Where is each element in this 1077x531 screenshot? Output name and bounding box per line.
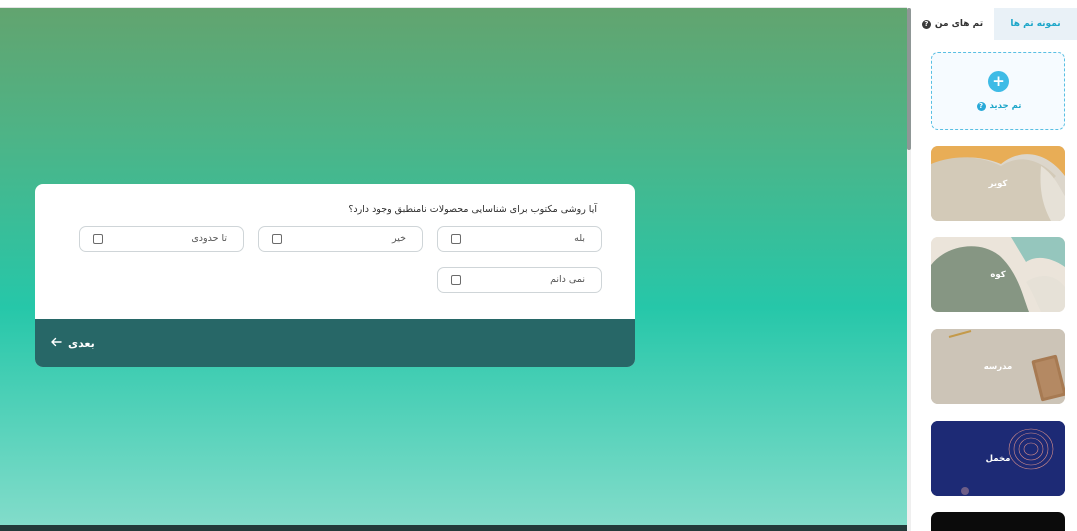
option-label: تا حدودی bbox=[191, 233, 227, 244]
theme-name: کوه bbox=[990, 269, 1006, 280]
tab-sample-themes[interactable]: نمونه تم ها bbox=[994, 8, 1077, 40]
option-no[interactable]: خیر bbox=[258, 226, 423, 252]
theme-name: مدرسه bbox=[983, 361, 1013, 372]
top-border bbox=[0, 0, 907, 8]
sidebar-tabs: تم های من ? نمونه تم ها bbox=[911, 8, 1077, 40]
new-theme-label: تم جدید bbox=[989, 101, 1022, 111]
theme-name: کویر bbox=[988, 178, 1008, 189]
theme-card-mountain[interactable]: کوه bbox=[931, 237, 1065, 312]
option-somewhat[interactable]: تا حدودی bbox=[79, 226, 244, 252]
tab-label: تم های من bbox=[934, 19, 984, 29]
option-dont-know[interactable]: نمی دانم bbox=[437, 267, 602, 293]
theme-card-desert[interactable]: کویر bbox=[931, 146, 1065, 221]
tab-label: نمونه تم ها bbox=[1010, 19, 1061, 29]
theme-card-dark[interactable] bbox=[931, 512, 1065, 531]
option-label: خیر bbox=[392, 233, 406, 244]
option-label: بله bbox=[574, 233, 585, 244]
preview-canvas: آیا روشی مکتوب برای شناسایی محصولات نامن… bbox=[0, 8, 907, 525]
checkbox[interactable] bbox=[451, 275, 461, 285]
theme-card-school[interactable]: مدرسه bbox=[931, 329, 1065, 404]
arrow-left-icon bbox=[50, 337, 62, 350]
next-button-label: بعدی bbox=[68, 336, 95, 350]
help-icon[interactable]: ? bbox=[976, 101, 986, 111]
theme-sidebar: تم های من ? نمونه تم ها + تم جدید ? کویر… bbox=[911, 8, 1077, 531]
theme-card-velvet[interactable]: مخمل bbox=[931, 421, 1065, 496]
next-button[interactable]: بعدی bbox=[50, 332, 95, 354]
theme-name: مخمل bbox=[985, 453, 1011, 464]
option-label: نمی دانم bbox=[550, 274, 585, 285]
bottom-bar bbox=[0, 525, 907, 531]
option-yes[interactable]: بله bbox=[437, 226, 602, 252]
new-theme-button[interactable]: + تم جدید ? bbox=[931, 52, 1065, 130]
checkbox[interactable] bbox=[93, 234, 103, 244]
next-bar: بعدی bbox=[35, 319, 635, 367]
question-text: آیا روشی مکتوب برای شناسایی محصولات نامن… bbox=[348, 204, 597, 215]
question-card: آیا روشی مکتوب برای شناسایی محصولات نامن… bbox=[35, 184, 635, 367]
checkbox[interactable] bbox=[451, 234, 461, 244]
plus-icon: + bbox=[988, 71, 1009, 92]
tab-my-themes[interactable]: تم های من ? bbox=[911, 8, 994, 40]
checkbox[interactable] bbox=[272, 234, 282, 244]
help-icon[interactable]: ? bbox=[921, 19, 931, 29]
new-theme-label-row: تم جدید ? bbox=[932, 101, 1066, 111]
